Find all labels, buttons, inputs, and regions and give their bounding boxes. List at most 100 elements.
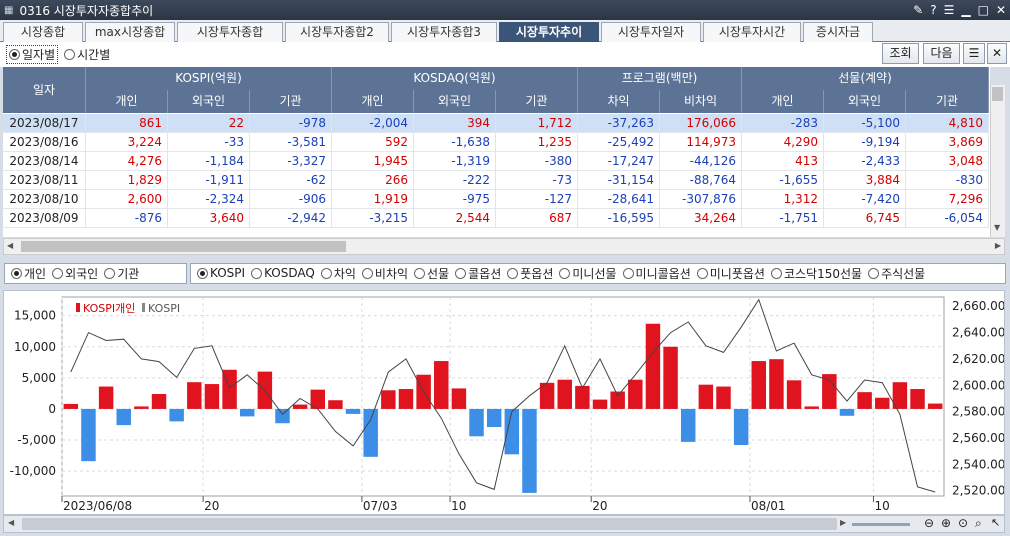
market-radio-7[interactable]: 미니선물 — [559, 265, 617, 282]
table-vertical-scrollbar[interactable]: ▼ — [990, 85, 1005, 237]
sub-header: 외국인 — [168, 90, 250, 113]
x-tick-label: 10 — [451, 499, 466, 513]
x-tick-label: 2023/06/08 — [63, 499, 132, 513]
zoom-fit-icon[interactable]: ⊙ — [958, 516, 968, 530]
sub-header: 개인 — [332, 90, 414, 113]
x-tick-label: 20 — [592, 499, 607, 513]
market-radio-11[interactable]: 주식선물 — [868, 265, 925, 282]
zoom-area-icon[interactable]: ⌕ — [975, 516, 982, 531]
tab-market-investor-trend[interactable]: 시장투자추이 — [499, 22, 599, 42]
list-menu-button[interactable]: ☰ — [963, 43, 985, 64]
scroll-thumb[interactable] — [21, 241, 346, 252]
sub-header: 외국인 — [824, 90, 906, 113]
market-radio-0[interactable]: KOSPI — [197, 266, 245, 280]
value-cell: -1,751 — [742, 209, 824, 228]
bar — [628, 379, 643, 409]
market-radio-2[interactable]: 차익 — [320, 265, 356, 282]
pointer-icon[interactable]: ↖ — [991, 516, 1000, 529]
tab-stock-funds[interactable]: 증시자금 — [803, 22, 873, 42]
table-horizontal-scrollbar[interactable]: ◀ ▶ — [3, 238, 1005, 255]
scroll-left-icon[interactable]: ◀ — [8, 518, 14, 527]
market-radio-6[interactable]: 풋옵션 — [507, 265, 553, 282]
scroll-right-icon[interactable]: ▶ — [995, 241, 1001, 250]
value-cell: -3,215 — [332, 209, 414, 228]
close-panel-button[interactable]: ✕ — [987, 43, 1007, 64]
bar — [910, 389, 925, 409]
value-cell: 4,290 — [742, 133, 824, 152]
tab-market-summary[interactable]: 시장종합 — [3, 22, 83, 42]
tab-market-investor-summary-2[interactable]: 시장투자종합2 — [285, 22, 389, 42]
table-row[interactable]: 2023/08/14 4,276 -1,184 -3,327 1,945 -1,319 -3… — [3, 152, 989, 171]
hourly-radio[interactable]: 시간별 — [64, 46, 110, 63]
table-row[interactable]: 2023/08/09 -876 3,640 -2,942 -3,215 2,544 687-… — [3, 209, 989, 228]
market-label: 주식선물 — [881, 266, 926, 281]
scroll-down-icon[interactable]: ▼ — [994, 223, 1000, 232]
table-row[interactable]: 2023/08/11 1,829 -1,911 -62 266 -222 -73 -31,15… — [3, 171, 989, 190]
market-radio-3[interactable]: 비차익 — [361, 265, 408, 282]
tab-max-market-summary[interactable]: max시장종합 — [85, 22, 175, 42]
market-radio-8[interactable]: 미니콜옵션 — [622, 265, 691, 282]
sub-header: 기관 — [250, 90, 332, 113]
chart-scrollbar[interactable]: ◀ ▶ ⊖ ⊕ ⊙ ⌕ ↖ — [3, 515, 1005, 533]
table-row[interactable]: 2023/08/17 861 22 -978 -2,004 394 1,712 -37,263… — [3, 114, 989, 133]
value-cell: -1,638 — [414, 133, 496, 152]
market-radio-1[interactable]: KOSDAQ — [251, 266, 315, 280]
bar — [751, 361, 767, 409]
pin-icon[interactable]: ✎ — [913, 3, 923, 17]
date-column-header: 일자 — [3, 67, 86, 113]
investor-trend-table: 일자 KOSPI(억원) KOSDAQ(억원) 프로그램(백만) 선물(계약) … — [3, 67, 990, 237]
menu-icon[interactable]: ☰ — [944, 3, 955, 17]
scroll-thumb[interactable] — [22, 518, 837, 530]
value-cell: 2,600 — [86, 190, 168, 209]
market-label: KOSDAQ — [264, 266, 315, 280]
help-icon[interactable]: ? — [930, 3, 936, 17]
bar — [434, 361, 449, 409]
value-cell: 592 — [332, 133, 414, 152]
scroll-right-icon[interactable]: ▶ — [840, 518, 846, 527]
value-cell: 2,544 — [414, 209, 496, 228]
tab-market-investor-summary-3[interactable]: 시장투자종합3 — [391, 22, 497, 42]
value-cell: -1,911 — [168, 171, 250, 190]
scroll-thumb[interactable] — [992, 87, 1003, 101]
investor-radio-1[interactable]: 외국인 — [52, 265, 98, 282]
tab-market-investor-daily[interactable]: 시장투자일자 — [601, 22, 701, 42]
investor-radio-2[interactable]: 기관 — [104, 265, 139, 282]
bar — [927, 403, 943, 409]
market-radio-9[interactable]: 미니풋옵션 — [696, 265, 765, 282]
maximize-icon[interactable]: □ — [978, 3, 989, 17]
daily-radio[interactable]: 일자별 — [6, 45, 59, 64]
value-cell: -44,126 — [660, 152, 742, 171]
market-radio-5[interactable]: 콜옵션 — [455, 265, 501, 282]
x-tick-label: 07/03 — [363, 499, 398, 513]
scroll-left-icon[interactable]: ◀ — [7, 241, 13, 250]
zoom-out-icon[interactable]: ⊖ — [924, 516, 934, 530]
value-cell: -5,100 — [824, 114, 906, 133]
investor-radio-0[interactable]: 개인 — [11, 265, 46, 282]
value-cell: 4,276 — [86, 152, 168, 171]
market-radio-10[interactable]: 코스닥150선물 — [770, 265, 862, 282]
zoom-in-icon[interactable]: ⊕ — [941, 516, 951, 530]
next-button[interactable]: 다음 — [923, 43, 960, 64]
sub-header: 차익 — [578, 90, 660, 113]
table-row[interactable]: 2023/08/16 3,224 -33 -3,581 592 -1,638 1,235 -2… — [3, 133, 989, 152]
bar — [716, 386, 731, 409]
sub-header: 외국인 — [414, 90, 496, 113]
radio-dot-icon — [696, 267, 708, 279]
minimize-icon[interactable]: ▁ — [961, 3, 970, 17]
value-cell: -307,876 — [660, 190, 742, 209]
table-row[interactable]: 2023/08/10 2,600 -2,324 -906 1,919 -975 -127 -2… — [3, 190, 989, 209]
value-cell: -380 — [496, 152, 578, 171]
tab-market-investor-summary[interactable]: 시장투자종합 — [177, 22, 283, 42]
title-bar: ▦ 0316 시장투자자종합추이 ✎ ? ☰ ▁ □ ✕ — [0, 0, 1010, 20]
close-icon[interactable]: ✕ — [996, 3, 1006, 17]
right-tick-label: 2,520.00 — [952, 484, 1004, 498]
market-radio-4[interactable]: 선물 — [414, 265, 449, 282]
radio-dot-icon — [559, 267, 571, 279]
query-button[interactable]: 조회 — [882, 43, 919, 64]
bar — [522, 408, 537, 493]
value-cell: -28,641 — [578, 190, 660, 209]
zoom-slider[interactable] — [852, 523, 910, 526]
bar — [504, 408, 520, 455]
tab-market-investor-time[interactable]: 시장투자시간 — [703, 22, 801, 42]
investor-label: 외국인 — [65, 266, 99, 281]
